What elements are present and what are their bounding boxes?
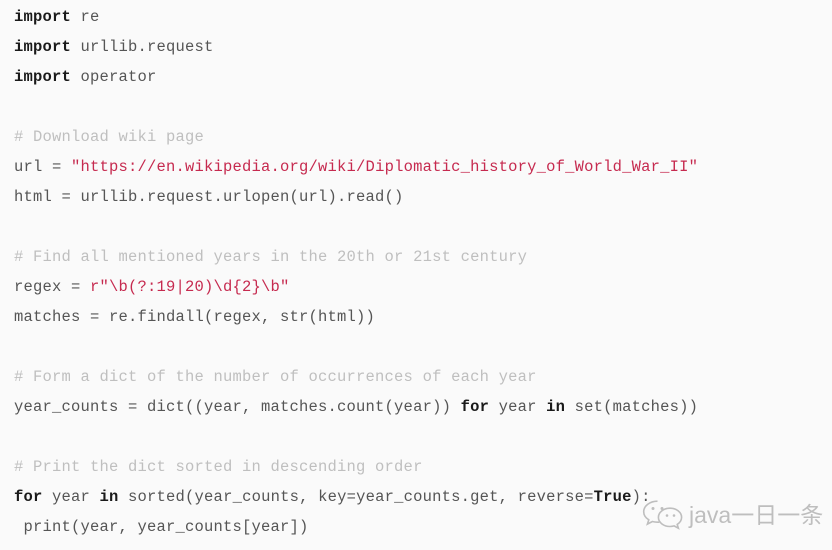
code-token-comment: # Print the dict sorted in descending or… [14, 458, 423, 476]
code-token-plain: ): [631, 488, 651, 506]
code-token-kw: import [14, 68, 72, 86]
code-block: import re import urllib.request import ope… [14, 2, 832, 542]
code-token-plain: operator [71, 68, 157, 86]
code-token-kw: True [593, 488, 632, 506]
code-token-plain: year [489, 398, 547, 416]
code-token-kw: import [14, 38, 72, 56]
code-token-plain: set(matches)) [565, 398, 699, 416]
code-token-str: r"\b(?:19|20)\d{2}\b" [90, 278, 290, 296]
code-token-kw: for [460, 398, 490, 416]
code-line: # Download wiki page [14, 122, 832, 152]
code-token-str: "https://en.wikipedia.org/wiki/Diplomati… [71, 158, 699, 176]
code-token-plain: year [42, 488, 100, 506]
code-line: url = "https://en.wikipedia.org/wiki/Dip… [14, 152, 832, 182]
code-token-kw: in [546, 398, 566, 416]
code-token-comment: # Download wiki page [14, 128, 205, 146]
code-token-plain: url = [14, 158, 72, 176]
code-line: # Form a dict of the number of occurrenc… [14, 362, 832, 392]
code-token-plain: re [71, 8, 100, 26]
code-token-plain: matches = re.findall(regex, str(html)) [14, 308, 376, 326]
code-token-kw: in [99, 488, 119, 506]
code-line: import operator [14, 62, 832, 92]
code-line: regex = r"\b(?:19|20)\d{2}\b" [14, 272, 832, 302]
code-line: for year in sorted(year_counts, key=year… [14, 482, 832, 512]
code-token-kw: for [14, 488, 43, 506]
code-token-plain: html = urllib.request.urlopen(url).read(… [14, 188, 404, 206]
code-token-plain: year_counts = dict((year, matches.count(… [14, 398, 461, 416]
code-line: print(year, year_counts[year]) [14, 512, 832, 542]
code-token-comment: # Form a dict of the number of occurrenc… [14, 368, 537, 386]
code-token-plain: urllib.request [71, 38, 214, 56]
code-line: # Find all mentioned years in the 20th o… [14, 242, 832, 272]
code-token-plain: sorted(year_counts, key=year_counts.get,… [118, 488, 594, 506]
code-token-plain: regex = [14, 278, 91, 296]
code-line: matches = re.findall(regex, str(html)) [14, 302, 832, 332]
code-token-kw: import [14, 8, 72, 26]
code-token-comment: # Find all mentioned years in the 20th o… [14, 248, 528, 266]
code-token-plain: print(year, year_counts[year]) [14, 518, 309, 536]
code-line: import urllib.request [14, 32, 832, 62]
code-line: html = urllib.request.urlopen(url).read(… [14, 182, 832, 212]
code-line: # Print the dict sorted in descending or… [14, 452, 832, 482]
code-line: year_counts = dict((year, matches.count(… [14, 392, 832, 422]
code-line: import re [14, 2, 832, 32]
